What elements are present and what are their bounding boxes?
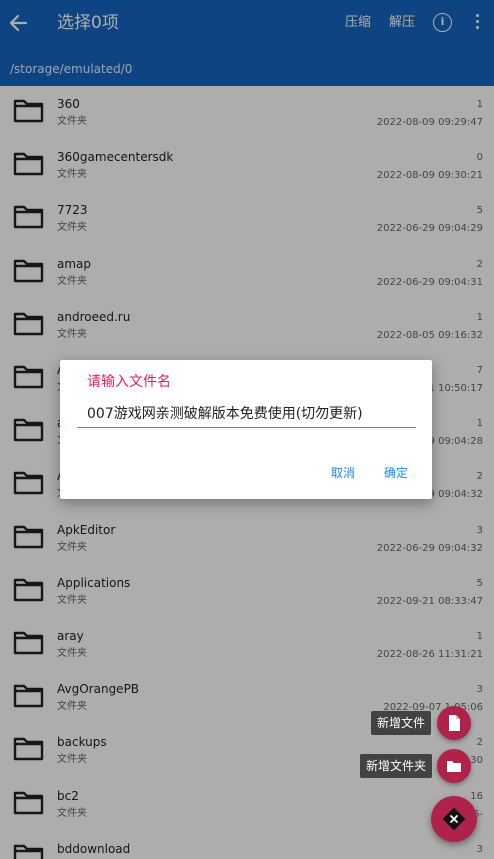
ok-button[interactable]: 确定 xyxy=(384,465,408,481)
dialog-title: 请输入文件名 xyxy=(87,374,171,390)
new-folder-label[interactable]: 新增文件夹 xyxy=(360,754,433,778)
folder-icon xyxy=(447,761,461,772)
cancel-button[interactable]: 取消 xyxy=(331,465,355,481)
filename-input[interactable] xyxy=(77,398,416,428)
new-file-button[interactable] xyxy=(437,706,471,740)
file-icon xyxy=(449,715,460,731)
new-folder-button[interactable] xyxy=(437,749,471,783)
filename-dialog: 请输入文件名 取消 确定 xyxy=(60,360,432,499)
new-file-label[interactable]: 新增文件 xyxy=(371,711,432,735)
main-fab-button[interactable] xyxy=(431,796,477,842)
close-diamond-icon xyxy=(442,807,466,831)
